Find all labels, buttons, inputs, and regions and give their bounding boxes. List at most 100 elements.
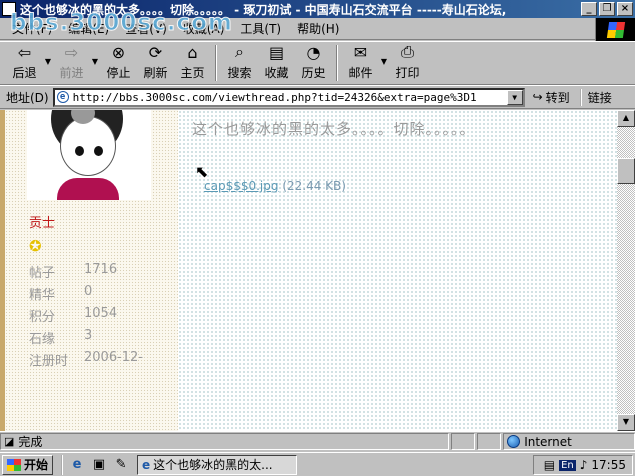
forward-button[interactable]: ⇨ 前进 bbox=[53, 42, 90, 84]
tray-app-icon[interactable]: ▤ bbox=[544, 458, 555, 472]
toolbar-separator bbox=[336, 45, 338, 81]
menu-edit[interactable]: 编辑(E) bbox=[60, 18, 117, 39]
restore-button[interactable]: ❐ bbox=[599, 2, 615, 16]
menu-view[interactable]: 查看(V) bbox=[117, 18, 175, 39]
favorites-folder-icon: ▤ bbox=[268, 42, 285, 62]
menu-tools[interactable]: 工具(T) bbox=[232, 18, 289, 39]
search-icon: ⌕ bbox=[235, 42, 244, 61]
scroll-down-button[interactable]: ▼ bbox=[617, 414, 635, 431]
window-title: 这个也够冰的黑的太多。。。。切除。。。。。 - 琢刀初试 - 中国寿山石交流平台… bbox=[20, 2, 507, 17]
mail-label: 邮件 bbox=[348, 66, 373, 80]
attachment-link[interactable]: cap$$$0.jpg bbox=[204, 179, 279, 193]
stat-digest: 精华 0 bbox=[29, 284, 92, 303]
address-label: 地址(D) bbox=[6, 90, 49, 105]
back-label: 后退 bbox=[12, 66, 37, 80]
page-content: 贡士 ✪ 帖子 1716 精华 0 积分 1054 石缘 3 注册时 2006-12- 这… bbox=[0, 110, 617, 431]
stat-registered: 注册时 2006-12- bbox=[29, 350, 143, 369]
system-tray: ▤ En ♪ 17:55 bbox=[533, 455, 633, 475]
stat-posts: 帖子 1716 bbox=[29, 262, 117, 281]
taskbar-window-button[interactable]: e 这个也够冰的黑的太... bbox=[137, 454, 298, 475]
stop-button[interactable]: ⊗ 停止 bbox=[100, 42, 137, 84]
stat-label: 石缘 bbox=[29, 332, 56, 347]
title-bar[interactable]: 这个也够冰的黑的太多。。。。切除。。。。。 - 琢刀初试 - 中国寿山石交流平台… bbox=[0, 0, 635, 18]
vertical-scrollbar[interactable]: ▲ ▼ bbox=[617, 110, 635, 431]
address-input[interactable]: e http://bbs.3000sc.com/viewthread.php?t… bbox=[52, 87, 525, 107]
refresh-label: 刷新 bbox=[143, 66, 168, 80]
go-arrow-icon: ↪ bbox=[532, 90, 543, 104]
ie-icon bbox=[2, 2, 16, 16]
stat-value: 0 bbox=[84, 284, 93, 299]
print-button[interactable]: ⎙ 打印 bbox=[389, 42, 426, 84]
go-button[interactable]: ↪ 转到 bbox=[533, 89, 570, 106]
page-icon: e bbox=[56, 91, 69, 103]
menu-file[interactable]: 文件(F) bbox=[4, 18, 60, 39]
windows-logo-icon bbox=[595, 18, 635, 42]
start-button[interactable]: 开始 bbox=[2, 454, 54, 475]
attachment: cap$$$0.jpg (22.44 KB) bbox=[204, 179, 346, 193]
back-button[interactable]: ⇦ 后退 bbox=[6, 42, 43, 84]
history-button[interactable]: ◔ 历史 bbox=[295, 42, 332, 84]
status-text: 完成 bbox=[18, 435, 43, 449]
post-title: 这个也够冰的黑的太多。。。。切除。。。。。 bbox=[192, 120, 476, 138]
ie-launch-icon[interactable]: e bbox=[69, 457, 85, 473]
favorites-button[interactable]: ▤ 收藏 bbox=[258, 42, 295, 84]
minimize-button[interactable]: _ bbox=[581, 2, 597, 16]
address-bar: 地址(D) e http://bbs.3000sc.com/viewthread… bbox=[0, 85, 635, 109]
refresh-icon: ⟳ bbox=[148, 42, 163, 62]
attachment-size: (22.44 KB) bbox=[282, 179, 346, 193]
zone-label: Internet bbox=[524, 434, 572, 449]
home-button[interactable]: ⌂ 主页 bbox=[174, 42, 211, 84]
toolbar-separator bbox=[215, 45, 217, 81]
forward-dropdown[interactable]: ▼ bbox=[90, 57, 100, 84]
forward-arrow-icon: ⇨ bbox=[64, 42, 79, 62]
avatar bbox=[27, 110, 151, 200]
stat-label: 积分 bbox=[29, 310, 56, 325]
menu-bar: 文件(F) 编辑(E) 查看(V) 收藏(A) 工具(T) 帮助(H) bbox=[0, 18, 635, 40]
windows-flag-icon bbox=[7, 458, 21, 471]
task-title: 这个也够冰的黑的太... bbox=[153, 458, 273, 472]
rank-star-icon: ✪ bbox=[29, 237, 42, 255]
search-label: 搜索 bbox=[227, 66, 252, 80]
stat-label: 帖子 bbox=[29, 266, 56, 281]
menu-help[interactable]: 帮助(H) bbox=[289, 18, 347, 39]
post-body: 这个也够冰的黑的太多。。。。切除。。。。。 ⬉ cap$$$0.jpg (22.… bbox=[178, 110, 617, 431]
quick-launch: e ▣ ✎ bbox=[61, 454, 129, 475]
taskbar: 开始 e ▣ ✎ e 这个也够冰的黑的太... ▤ En ♪ 17:55 bbox=[0, 452, 635, 476]
channels-icon[interactable]: ✎ bbox=[113, 457, 129, 473]
mail-button[interactable]: ✉ 邮件 bbox=[342, 42, 379, 84]
volume-icon[interactable]: ♪ bbox=[580, 458, 588, 472]
mail-icon: ✉ bbox=[353, 42, 368, 62]
links-button[interactable]: 链接 bbox=[579, 88, 612, 106]
address-url: http://bbs.3000sc.com/viewthread.php?tid… bbox=[72, 90, 477, 104]
toolbar: ⇦ 后退 ▼ ⇨ 前进 ▼ ⊗ 停止 ⟳ 刷新 ⌂ 主页 ⌕ 搜索 ▤ 收藏 ◔… bbox=[0, 41, 635, 85]
refresh-button[interactable]: ⟳ 刷新 bbox=[137, 42, 174, 84]
clock[interactable]: 17:55 bbox=[591, 458, 626, 472]
go-label: 转到 bbox=[545, 90, 570, 105]
forward-label: 前进 bbox=[59, 66, 84, 80]
stop-icon: ⊗ bbox=[111, 42, 126, 62]
stat-value: 3 bbox=[84, 328, 93, 343]
address-dropdown[interactable]: ▼ bbox=[506, 89, 523, 105]
status-text-cell: ◪ 完成 bbox=[0, 433, 450, 450]
stat-label: 注册时 bbox=[29, 354, 69, 369]
close-button[interactable]: × bbox=[617, 2, 633, 16]
menu-favorites[interactable]: 收藏(A) bbox=[175, 18, 233, 39]
search-button[interactable]: ⌕ 搜索 bbox=[221, 42, 258, 84]
scroll-up-button[interactable]: ▲ bbox=[617, 110, 635, 127]
home-icon: ⌂ bbox=[187, 42, 198, 62]
print-label: 打印 bbox=[395, 66, 420, 80]
mail-dropdown[interactable]: ▼ bbox=[379, 57, 389, 84]
start-label: 开始 bbox=[24, 458, 49, 472]
scroll-thumb[interactable] bbox=[617, 158, 635, 184]
input-language[interactable]: En bbox=[559, 459, 576, 471]
status-bar: ◪ 完成 Internet bbox=[0, 431, 635, 451]
back-dropdown[interactable]: ▼ bbox=[43, 57, 53, 84]
stat-value: 1054 bbox=[84, 306, 118, 321]
history-label: 历史 bbox=[301, 66, 326, 80]
desktop-icon[interactable]: ▣ bbox=[91, 457, 107, 473]
stat-label: 精华 bbox=[29, 288, 56, 303]
internet-globe-icon bbox=[507, 435, 521, 448]
stat-points: 积分 1054 bbox=[29, 306, 117, 325]
security-zone: Internet bbox=[503, 433, 635, 450]
favorites-label: 收藏 bbox=[264, 66, 289, 80]
